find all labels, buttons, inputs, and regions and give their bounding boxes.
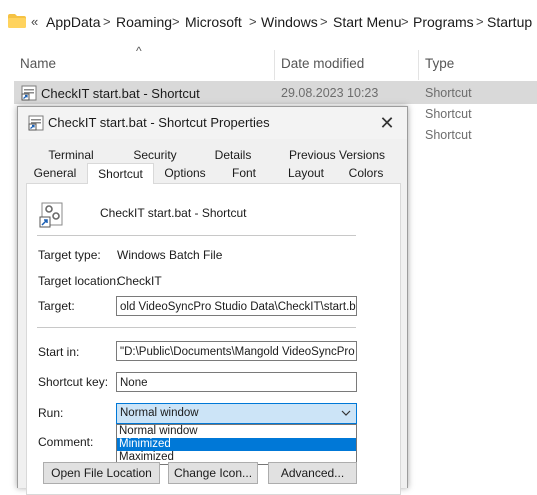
file-type: Shortcut [425,107,472,121]
target-location-value: CheckIT [117,274,162,288]
shortcut-key-field[interactable]: None [116,372,357,392]
divider [37,327,356,328]
breadcrumb-roaming[interactable]: Roaming [116,14,172,30]
run-option-normal-window[interactable]: Normal window [117,425,356,438]
file-type: Shortcut [425,86,472,100]
chevron-right-icon[interactable]: > [320,14,328,29]
shortcut-name: CheckIT start.bat - Shortcut [100,206,247,220]
tab-font[interactable]: Font [223,165,265,182]
breadcrumb-microsoft[interactable]: Microsoft [185,14,242,30]
file-type: Shortcut [425,128,472,142]
tab-general[interactable]: General [30,165,80,182]
breadcrumb-startup[interactable]: Startup [487,14,532,30]
breadcrumb-programs[interactable]: Programs [413,14,474,30]
start-in-label: Start in: [38,345,80,359]
breadcrumb-appdata[interactable]: AppData [46,14,100,30]
batch-file-shortcut-icon [28,115,44,131]
batch-file-shortcut-icon [21,85,37,101]
chevron-right-icon[interactable]: > [249,14,257,29]
chevron-right-icon[interactable]: > [172,14,180,29]
address-breadcrumb: « AppData > Roaming > Microsoft > Window… [0,0,537,44]
folder-icon [8,14,26,28]
run-selected-value: Normal window [120,407,199,419]
run-option-minimized[interactable]: Minimized [117,438,356,451]
batch-file-icon [39,202,63,228]
tab-options[interactable]: Options [159,165,211,182]
target-location-label: Target location: [38,274,120,288]
run-select[interactable]: Normal window [116,403,357,424]
dialog-title: CheckIT start.bat - Shortcut Properties [48,115,270,130]
target-type-value: Windows Batch File [117,248,223,262]
breadcrumb-start-menu[interactable]: Start Menu [333,14,401,30]
run-dropdown-list: Normal window Minimized Maximized [116,424,357,465]
column-header-type[interactable]: Type [425,56,454,71]
column-divider[interactable] [418,50,419,80]
target-type-label: Target type: [38,248,101,262]
shortcut-key-label: Shortcut key: [38,375,109,389]
advanced-button[interactable]: Advanced... [268,462,357,484]
tab-terminal[interactable]: Terminal [48,147,94,164]
dialog-titlebar[interactable]: CheckIT start.bat - Shortcut Properties … [18,107,407,139]
start-in-field[interactable]: "D:\Public\Documents\Mangold VideoSyncPr… [116,341,357,361]
chevron-right-icon[interactable]: > [103,14,111,29]
chevron-double-left-icon[interactable]: « [31,14,38,29]
file-date: 29.08.2023 10:23 [281,86,379,100]
comment-label: Comment: [38,435,94,449]
column-header-name[interactable]: Name [20,56,56,71]
sort-ascending-icon: ^ [136,44,142,58]
chevron-right-icon[interactable]: > [476,14,484,29]
chevron-down-icon [341,410,351,416]
target-label: Target: [38,299,75,313]
file-name[interactable]: CheckIT start.bat - Shortcut [41,86,200,101]
column-divider[interactable] [274,50,275,80]
tab-previous-versions[interactable]: Previous Versions [284,147,390,164]
shortcut-properties-dialog: CheckIT start.bat - Shortcut Properties … [17,106,408,495]
chevron-right-icon[interactable]: > [401,14,409,29]
target-field[interactable]: old VideoSyncPro Studio Data\CheckIT\sta… [116,296,357,316]
close-icon[interactable]: ✕ [372,111,402,135]
tab-shortcut[interactable]: Shortcut [87,163,154,184]
open-file-location-button[interactable]: Open File Location [43,462,160,484]
tab-layout[interactable]: Layout [280,165,332,182]
column-header-date-modified[interactable]: Date modified [281,56,364,71]
change-icon-button[interactable]: Change Icon... [168,462,258,484]
tab-details[interactable]: Details [211,147,255,164]
divider [37,235,356,236]
breadcrumb-windows[interactable]: Windows [261,14,318,30]
tab-colors[interactable]: Colors [343,165,389,182]
tab-security[interactable]: Security [130,147,180,164]
run-label: Run: [38,406,64,420]
